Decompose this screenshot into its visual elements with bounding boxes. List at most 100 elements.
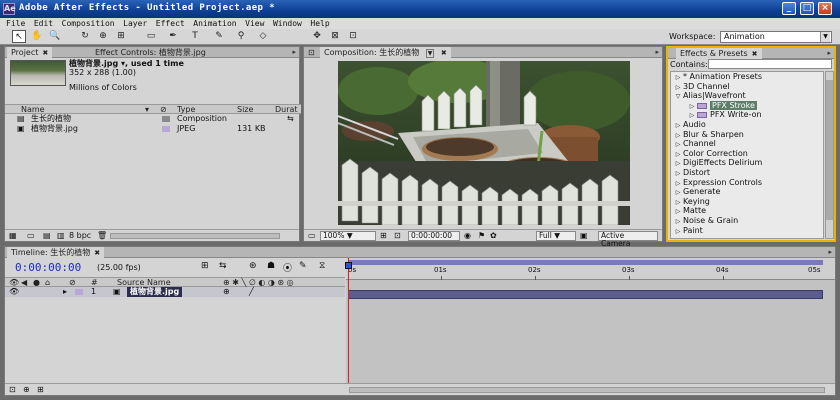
pan-behind-tool-icon[interactable]: ⊞: [114, 30, 128, 43]
column-name[interactable]: Name: [21, 105, 45, 114]
eraser-tool-icon[interactable]: ◇: [256, 30, 270, 43]
safe-zones-icon[interactable]: ⊞: [380, 231, 387, 241]
snapshot-icon[interactable]: ◉: [464, 231, 471, 241]
video-switch-icon[interactable]: 👁: [9, 278, 19, 287]
clone-stamp-tool-icon[interactable]: ⚲: [234, 30, 248, 43]
workspace-select[interactable]: Animation ▼: [720, 31, 832, 43]
view-axis-icon[interactable]: ⊡: [346, 30, 360, 43]
frame-blending-icon[interactable]: ⦿: [283, 261, 292, 274]
menu-animation[interactable]: Animation: [193, 18, 236, 29]
effects-list-item[interactable]: ▷ PFX Stroke: [671, 100, 823, 111]
tab-project[interactable]: Project ✖: [7, 47, 53, 58]
world-axis-icon[interactable]: ⊠: [328, 30, 342, 43]
pen-tool-icon[interactable]: ✒: [166, 30, 180, 43]
trash-icon[interactable]: 🗑: [97, 231, 107, 241]
horizontal-scrollbar[interactable]: [110, 233, 280, 239]
contains-search-input[interactable]: [708, 59, 832, 69]
effects-list-item[interactable]: ▷ Generate: [671, 187, 823, 197]
effects-list-item[interactable]: ▷ Expression Controls: [671, 178, 823, 188]
time-ruler[interactable]: 0s 01s 02s 03s 04s 05s: [346, 258, 835, 280]
panel-menu-icon[interactable]: ▸: [292, 48, 296, 56]
axis-mode-icon[interactable]: ✥: [310, 30, 324, 43]
menu-layer[interactable]: Layer: [123, 18, 147, 29]
expand-chevron-icon[interactable]: ▸: [63, 287, 67, 297]
layer-duration-bar[interactable]: [348, 290, 823, 299]
tab-effect-controls[interactable]: Effect Controls: 植物背景.jpg: [91, 47, 210, 58]
panel-menu-icon[interactable]: ▸: [827, 49, 831, 57]
bit-depth-label[interactable]: 8 bpc: [69, 231, 91, 241]
effects-list-item[interactable]: ▷ Matte: [671, 206, 823, 216]
effects-list-item[interactable]: ▷ * Animation Presets: [671, 72, 823, 82]
close-button[interactable]: ×: [818, 2, 832, 15]
solo-switch-icon[interactable]: ●: [33, 278, 40, 287]
composition-viewer[interactable]: [338, 61, 630, 225]
scrollbar-thumb[interactable]: [826, 80, 833, 220]
close-icon[interactable]: ✖: [94, 249, 100, 257]
resolution-select[interactable]: Full ▼: [536, 231, 576, 241]
brush-tool-icon[interactable]: ✎: [212, 30, 226, 43]
layer-name[interactable]: 植物背景.jpg: [127, 287, 183, 297]
selection-tool-icon[interactable]: ↖: [12, 30, 26, 43]
effects-list-item[interactable]: ▷ DigiEffects Delirium: [671, 158, 823, 168]
panel-menu-icon[interactable]: ▸: [655, 48, 659, 56]
lock-icon[interactable]: ⊡: [304, 47, 319, 58]
column-type[interactable]: Type: [177, 105, 195, 114]
vertical-scrollbar[interactable]: [825, 71, 834, 239]
current-time-indicator[interactable]: [345, 258, 352, 383]
hide-shy-layers-icon[interactable]: ☗: [267, 261, 275, 271]
region-of-interest-icon[interactable]: ▣: [580, 231, 588, 241]
eye-icon[interactable]: 👁: [9, 287, 19, 297]
close-icon[interactable]: ✖: [42, 49, 48, 57]
zoom-tool-icon[interactable]: 🔍: [48, 30, 62, 43]
interpret-footage-icon[interactable]: ▦: [9, 231, 17, 241]
mask-tool-icon[interactable]: ▭: [144, 30, 158, 43]
table-row[interactable]: 👁 ▸ 1 ▣ 植物背景.jpg ⊕ ╱: [5, 287, 345, 297]
zoom-select[interactable]: 100% ▼: [320, 231, 376, 241]
show-snapshot-icon[interactable]: ⚑: [478, 231, 485, 241]
column-size[interactable]: Size: [237, 105, 253, 114]
rotation-tool-icon[interactable]: ↻: [78, 30, 92, 43]
graph-editor-icon[interactable]: ⧖: [319, 261, 325, 271]
motion-blur-icon[interactable]: ✎: [299, 261, 307, 271]
new-folder-icon[interactable]: ▭: [27, 231, 35, 241]
time-graph[interactable]: 0s 01s 02s 03s 04s 05s: [345, 258, 835, 383]
live-update-icon[interactable]: ⇆: [219, 261, 227, 271]
effects-list-item[interactable]: ▽ Alias|Wavefront: [671, 91, 823, 101]
new-composition-icon[interactable]: ▤: [43, 231, 51, 241]
tab-timeline[interactable]: Timeline: 生长的植物 ✖: [7, 247, 105, 258]
toggle-modes-icon[interactable]: ⊕: [23, 385, 30, 395]
close-icon[interactable]: ✖: [752, 50, 758, 58]
always-preview-icon[interactable]: ▭: [308, 231, 316, 241]
effects-list-item[interactable]: ▷ 3D Channel: [671, 82, 823, 92]
source-name-header[interactable]: Source Name: [117, 278, 171, 287]
list-item[interactable]: ▣ 植物背景.jpg JPEG 131 KB: [5, 124, 301, 134]
menu-composition[interactable]: Composition: [62, 18, 115, 29]
sort-chevron-icon[interactable]: ▾: [145, 105, 149, 114]
composition-mini-flowchart-icon[interactable]: ⊞: [201, 261, 209, 271]
work-area-bar[interactable]: [348, 260, 823, 265]
close-icon[interactable]: ✖: [441, 49, 447, 57]
effects-list-item[interactable]: ▷ Noise & Grain: [671, 216, 823, 226]
label-swatch[interactable]: [162, 126, 170, 132]
effects-list-item[interactable]: ▷ Audio: [671, 120, 823, 130]
quality-switch-icon[interactable]: ╱: [249, 287, 254, 297]
orbit-camera-tool-icon[interactable]: ⊕: [96, 30, 110, 43]
chevron-down-icon[interactable]: ▼: [425, 49, 435, 58]
tab-composition[interactable]: Composition: 生长的植物 ▼ ✖: [320, 47, 451, 58]
effects-list-item[interactable]: ▷ Distort: [671, 168, 823, 178]
menu-view[interactable]: View: [245, 18, 264, 29]
zoom-slider[interactable]: [349, 387, 825, 393]
effects-list-item[interactable]: ▷ Blur & Sharpen: [671, 130, 823, 140]
menu-file[interactable]: File: [6, 18, 25, 29]
audio-switch-icon[interactable]: ◀: [21, 278, 27, 287]
text-tool-icon[interactable]: T: [188, 30, 202, 43]
current-time-display[interactable]: 0:00:00:00: [408, 231, 460, 241]
effects-list-item[interactable]: ▷ Channel: [671, 139, 823, 149]
effects-list-item[interactable]: ▷ Color Correction: [671, 149, 823, 159]
trash-icon[interactable]: ▥: [57, 231, 65, 241]
hand-tool-icon[interactable]: ✋: [30, 30, 44, 43]
effects-list-item[interactable]: ▷ Paint: [671, 226, 823, 236]
label-swatch[interactable]: [162, 116, 170, 122]
label-swatch[interactable]: [75, 289, 83, 295]
chevron-right-icon[interactable]: ▷: [673, 227, 683, 237]
